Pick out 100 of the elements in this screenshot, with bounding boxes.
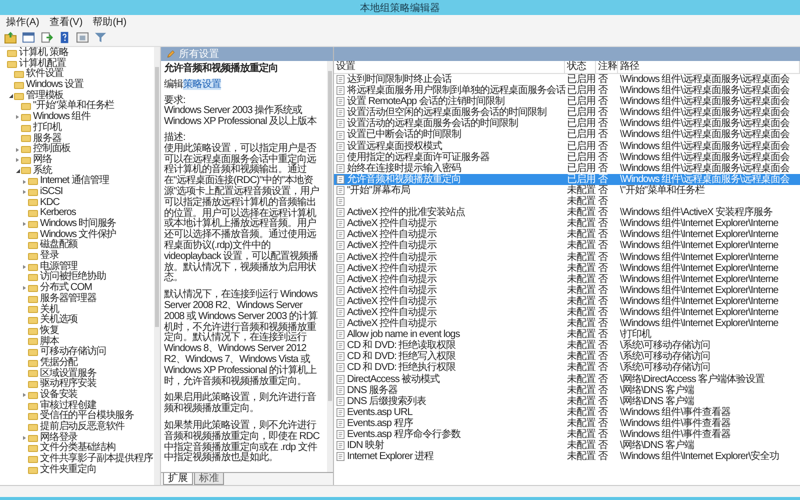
table-row-cell[interactable]: ActiveX 控件自动提示	[334, 218, 565, 230]
column-header[interactable]: 路径	[618, 61, 800, 74]
tree-item[interactable]: 恢复	[40, 326, 59, 337]
tree-item[interactable]: Windows 设置	[26, 80, 84, 91]
table-row-cell[interactable]: CD 和 DVD: 拒绝读取权限	[334, 340, 565, 352]
tree-item[interactable]: 文件夹重定向	[40, 464, 96, 476]
description-paragraph: 使用此策略设置，可以指定用户是否可以在远程桌面服务会话中重定向远程计算机的音频和视频输出。通过在"远程桌面连接(RDC)"中的"本地资源"选项卡上配置远程音频设置，用户可以指定播放远程计算机的音频输出的位置。用户可以选择在远程计算机或本地计算机上播放远程音频。用户还可以选择不播放音频。通过使用远程桌面协议(.rdp)文件中的 videoplayback 设置，可以配置视频播放。默认情况下，视频播放为启用状态。	[164, 144, 320, 284]
column-header[interactable]: 设置	[334, 61, 565, 74]
table-cell: 始终在连接时提示输入密码	[347, 162, 461, 174]
column-header[interactable]: 状态	[565, 61, 596, 74]
table-row-cell[interactable]: Events.asp URL	[334, 406, 565, 418]
tree-item[interactable]: 软件设置	[26, 69, 64, 80]
tab[interactable]: 标准	[194, 473, 224, 485]
table-row-cell[interactable]: DNS 服务器	[334, 384, 565, 396]
table-row-cell[interactable]: ActiveX 控件自动提示	[334, 284, 565, 296]
table-row-cell[interactable]: 设置已中断会话的时间限制	[334, 129, 565, 141]
scrollbar[interactable]	[327, 61, 333, 472]
tree-item[interactable]: 文件共享影子副本提供程序	[40, 454, 153, 465]
table-row-cell[interactable]: "开始"屏幕布局	[334, 184, 565, 196]
policy-icon	[336, 241, 345, 250]
table-row-cell[interactable]: ActiveX 控件自动提示	[334, 318, 565, 330]
tree-item[interactable]: KDC	[40, 198, 60, 208]
table-cell: ActiveX 控件自动提示	[347, 284, 437, 296]
table-row-cell[interactable]: IDN 映射	[334, 440, 565, 452]
table-row-cell[interactable]: ActiveX 控件自动提示	[334, 274, 565, 285]
table-row-cell[interactable]: Internet Explorer 进程	[334, 451, 565, 462]
panel-icon[interactable]	[76, 31, 89, 44]
edit-text: 编辑策略设置	[164, 80, 222, 91]
table-row-cell[interactable]: ActiveX 控件自动提示	[334, 240, 565, 252]
tree-item[interactable]: 脚本	[40, 336, 59, 348]
tree-item[interactable]: 打印机	[33, 122, 62, 134]
table-row-cell[interactable]: ActiveX 控件的批准安装站点	[334, 207, 565, 218]
table-cell: \Windows 组件\Internet Explorer\Interne	[620, 284, 778, 296]
table-cell: \Windows 组件\Internet Explorer\Interne	[620, 318, 778, 330]
table-row-cell[interactable]: Events.asp 程序命令行参数	[334, 429, 565, 440]
tree-item[interactable]: 可移动存储访问	[40, 347, 106, 358]
tree-item[interactable]: 登录	[40, 251, 59, 262]
table-cell: \Windows 组件\远程桌面服务\远程桌面会	[620, 85, 790, 96]
table-cell: 允许音频和视频播放重定向	[347, 174, 461, 185]
tree-item[interactable]: 磁盘配额	[40, 240, 78, 252]
table-cell: \网络\DNS 客户端	[620, 396, 694, 407]
table-cell: \系统\可移动存储访问	[620, 340, 710, 352]
menu-item[interactable]: 查看(V)	[49, 15, 83, 29]
table-row-cell[interactable]: 设置远程桌面授权模式	[334, 140, 565, 152]
table-cell-text: 达到时间限制时终止会话	[347, 74, 452, 85]
policy-icon	[336, 152, 345, 162]
table-row-cell[interactable]: CD 和 DVD: 拒绝执行权限	[334, 362, 565, 374]
tree-item[interactable]: Windows 时间服务	[40, 219, 116, 230]
table-row-cell[interactable]: 设置活动的远程桌面服务会话的时间限制	[334, 118, 565, 130]
tab[interactable]: 扩展	[163, 473, 193, 485]
table-row-cell[interactable]: DNS 后缀搜索列表	[334, 396, 565, 407]
table-row-cell[interactable]: ActiveX 控件自动提示	[334, 252, 565, 263]
table-row-cell[interactable]: 始终在连接时提示输入密码	[334, 162, 565, 174]
tree-item[interactable]: 凭据分配	[40, 358, 78, 369]
tree-item[interactable]: "开始"菜单和任务栏	[33, 101, 114, 112]
table-row-cell[interactable]: Allow job name in event logs	[334, 329, 565, 340]
scrollbar[interactable]	[154, 47, 160, 485]
tree-item[interactable]: 服务器管理器	[40, 294, 96, 305]
tree-item[interactable]: 控制面板	[33, 144, 71, 155]
help-icon[interactable]	[58, 31, 71, 44]
table-row-cell[interactable]: Events.asp 程序	[334, 418, 565, 429]
table-cell: 否	[598, 340, 608, 352]
tree-item[interactable]: 分布式 COM	[40, 283, 92, 294]
tree-item[interactable]: 设备安装	[40, 390, 78, 401]
tree-item[interactable]: 系统	[33, 166, 52, 176]
policy-icon	[336, 352, 345, 362]
policy-icon	[336, 296, 345, 306]
table-cell: 未配置	[567, 240, 596, 252]
table-cell: DirectAccess 被动模式	[347, 374, 440, 385]
table-cell: \Windows 组件\Internet Explorer\安全功	[620, 451, 780, 462]
filter-icon[interactable]	[94, 31, 107, 44]
table-row-cell[interactable]: 设置 RemoteApp 会话的注销时间限制	[334, 96, 565, 108]
tree-item[interactable]: 计算机 策略	[19, 48, 68, 59]
tree-item[interactable]: 提前启动反恶意软件	[40, 422, 125, 433]
table-row-cell[interactable]: CD 和 DVD: 拒绝写入权限	[334, 351, 565, 362]
table-cell: 设置远程桌面授权模式	[347, 140, 442, 152]
tree-item[interactable]: Kerberos	[40, 208, 76, 220]
table-row-cell[interactable]: ActiveX 控件自动提示	[334, 229, 565, 240]
tree-item[interactable]: 网络	[33, 154, 52, 166]
table-row-cell[interactable]: 使用指定的远程桌面许可证服务器	[334, 152, 565, 163]
table-cell: 未配置	[567, 218, 596, 230]
export-icon[interactable]	[40, 31, 53, 44]
tree-item[interactable]: 关机选项	[40, 315, 78, 326]
table-row-cell[interactable]: 达到时间限制时终止会话	[334, 74, 565, 86]
tree-item[interactable]: Internet 通信管理	[40, 176, 109, 187]
folder-icon[interactable]	[4, 31, 17, 44]
tree-item[interactable]: Windows 组件	[33, 112, 90, 123]
table-cell: 否	[598, 196, 608, 208]
table-row-cell[interactable]: ActiveX 控件自动提示	[334, 262, 565, 274]
edit-link[interactable]: 策略设置	[183, 78, 221, 90]
table-row-cell[interactable]: ActiveX 控件自动提示	[334, 296, 565, 307]
table-cell-text: 已启用	[567, 74, 596, 85]
tree-item[interactable]: iSCSI	[40, 186, 63, 198]
menu-item[interactable]: 操作(A)	[6, 15, 40, 29]
menu-item[interactable]: 帮助(H)	[92, 15, 127, 29]
window-icon[interactable]	[22, 31, 35, 44]
table-row-cell[interactable]: DirectAccess 被动模式	[334, 374, 565, 385]
policy-icon	[336, 208, 345, 218]
table-cell-text: 未配置	[567, 184, 596, 196]
table-row-cell[interactable]: ActiveX 控件自动提示	[334, 306, 565, 318]
